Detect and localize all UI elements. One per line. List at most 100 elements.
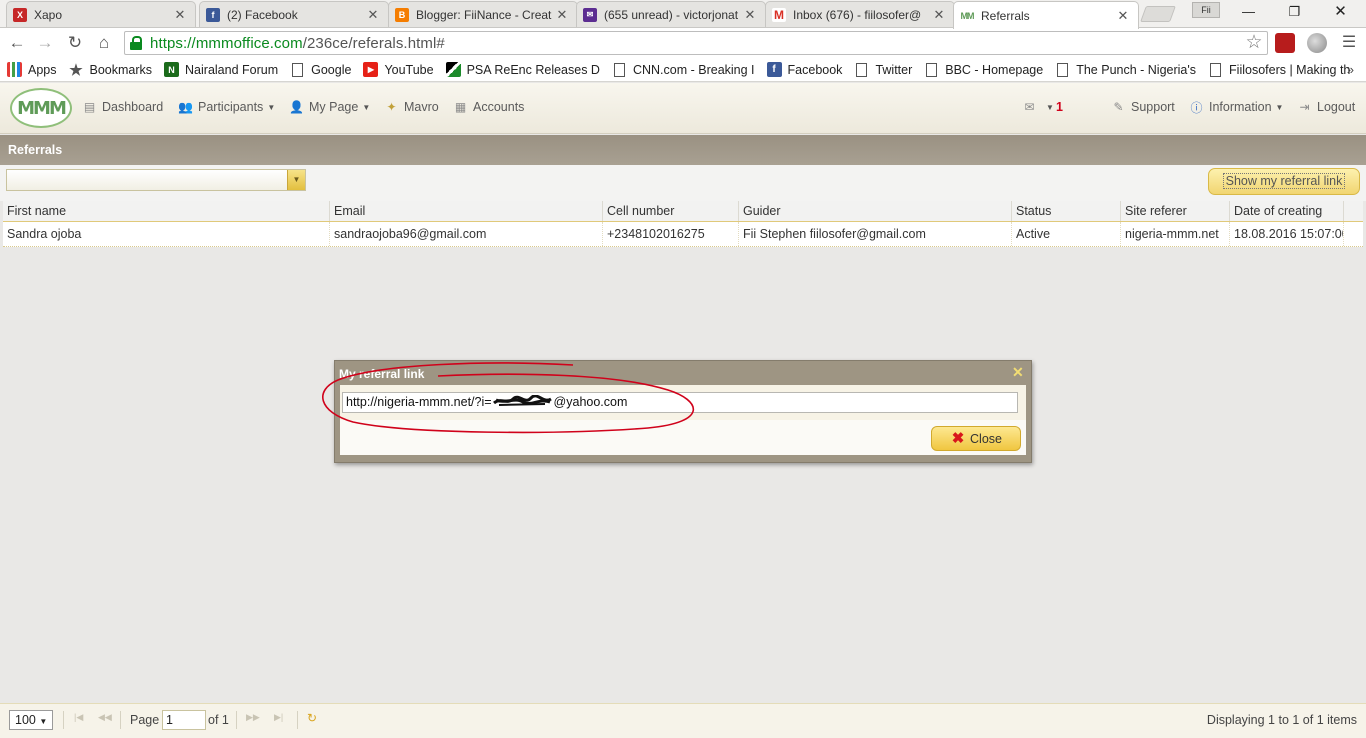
close-tab-icon[interactable]: ✕ bbox=[555, 7, 569, 23]
chevron-down-icon[interactable]: ▼ bbox=[287, 170, 305, 190]
tab-title: (2) Facebook bbox=[227, 7, 298, 22]
chevron-down-icon: ▼ bbox=[362, 102, 371, 112]
first-page-icon[interactable]: |◀ bbox=[74, 712, 83, 723]
page-number-input[interactable]: 1 bbox=[162, 710, 206, 730]
browser-tab-blogger[interactable]: B Blogger: FiiNance - Creat ✕ bbox=[388, 1, 578, 27]
chevron-down-icon: ▼ bbox=[1046, 102, 1054, 112]
cell-cell-number: +2348102016275 bbox=[603, 222, 739, 246]
browser-tab-referrals[interactable]: MM Referrals ✕ bbox=[953, 1, 1139, 29]
bookmarks-bar: Apps ★ Bookmarks N Nairaland Forum Googl… bbox=[0, 58, 1366, 82]
dashboard-icon: ▤ bbox=[83, 100, 96, 114]
facebook-icon: f bbox=[206, 7, 220, 22]
messages-count-badge: 1 bbox=[1056, 100, 1063, 114]
chevron-down-icon: ▼ bbox=[1275, 102, 1284, 112]
bookmark-star-icon[interactable]: ☆ bbox=[1243, 32, 1265, 54]
last-page-icon[interactable]: ▶| bbox=[274, 712, 283, 723]
close-tab-icon[interactable]: ✕ bbox=[366, 7, 380, 23]
grid-body bbox=[3, 247, 1363, 703]
bookmark-punch[interactable]: The Punch - Nigeria's bbox=[1055, 62, 1196, 77]
support-icon: ✎ bbox=[1113, 100, 1124, 114]
column-header-cell-number[interactable]: Cell number bbox=[603, 201, 739, 221]
browser-tab-yahoo-mail[interactable]: ✉ (655 unread) - victorjonat ✕ bbox=[576, 1, 766, 27]
column-header-site-referer[interactable]: Site referer bbox=[1121, 201, 1230, 221]
refresh-icon[interactable]: ↻ bbox=[307, 711, 317, 725]
new-tab-button[interactable] bbox=[1140, 6, 1176, 22]
browser-tab-gmail[interactable]: M Inbox (676) - fiilosofer@ ✕ bbox=[765, 1, 955, 27]
xapo-icon: X bbox=[13, 7, 27, 22]
dialog-close-button[interactable]: ✖ Close bbox=[931, 426, 1021, 451]
bookmarks-overflow-button[interactable]: » bbox=[1347, 62, 1354, 77]
bookmark-fiilosofers[interactable]: Fiilosofers | Making th bbox=[1208, 62, 1350, 77]
close-tab-icon[interactable]: ✕ bbox=[173, 7, 187, 23]
nav-participants[interactable]: 👥 Participants ▼ bbox=[178, 100, 275, 114]
bookmark-cnn[interactable]: CNN.com - Breaking I bbox=[612, 62, 755, 77]
dialog-close-icon[interactable]: ✕ bbox=[1012, 364, 1024, 381]
nav-my-page[interactable]: 👤 My Page ▼ bbox=[289, 100, 370, 114]
dialog-title: My referral link bbox=[339, 367, 425, 381]
mmm-logo[interactable]: MMM bbox=[10, 88, 72, 128]
bookmark-google[interactable]: Google bbox=[290, 62, 351, 77]
home-icon[interactable]: ⌂ bbox=[93, 32, 115, 54]
column-header-guider[interactable]: Guider bbox=[739, 201, 1012, 221]
nav-dashboard[interactable]: ▤ Dashboard bbox=[82, 100, 163, 114]
table-row[interactable]: Sandra ojoba sandraojoba96@gmail.com +23… bbox=[3, 222, 1363, 247]
back-icon[interactable]: ← bbox=[6, 32, 28, 54]
bookmark-twitter[interactable]: Twitter bbox=[854, 62, 912, 77]
page-size-select[interactable]: 100 ▼ bbox=[9, 710, 53, 730]
column-header-status[interactable]: Status bbox=[1012, 201, 1121, 221]
extension-globe-icon[interactable] bbox=[1307, 33, 1327, 53]
close-tab-icon[interactable]: ✕ bbox=[932, 7, 946, 23]
pager-separator bbox=[297, 711, 298, 729]
cell-status: Active bbox=[1012, 222, 1121, 246]
user-icon: 👤 bbox=[289, 100, 304, 114]
nav-information[interactable]: ⓘ Information ▼ bbox=[1189, 100, 1284, 115]
column-header-email[interactable]: Email bbox=[330, 201, 603, 221]
browser-tab-facebook[interactable]: f (2) Facebook ✕ bbox=[199, 1, 389, 27]
profile-badge[interactable]: Fii bbox=[1192, 2, 1220, 18]
minimize-icon[interactable]: — bbox=[1226, 0, 1271, 24]
nav-mavro[interactable]: ✦ Mavro bbox=[384, 100, 438, 114]
bookmark-psa[interactable]: PSA ReEnc Releases D bbox=[445, 62, 600, 77]
nairaland-icon: N bbox=[164, 62, 180, 77]
forward-icon[interactable]: → bbox=[34, 32, 56, 54]
column-header-date-of-creating[interactable]: Date of creating bbox=[1230, 201, 1344, 221]
nav-logout[interactable]: ⇥ Logout bbox=[1297, 100, 1355, 114]
youtube-icon: ▶ bbox=[363, 62, 379, 77]
chrome-menu-icon[interactable]: ☰ bbox=[1338, 32, 1360, 54]
page-icon bbox=[1057, 62, 1069, 77]
accounts-icon: ▦ bbox=[454, 100, 467, 114]
nav-accounts[interactable]: ▦ Accounts bbox=[453, 100, 525, 114]
bookmark-bookmarks[interactable]: ★ Bookmarks bbox=[69, 62, 152, 79]
pdf-extension-icon[interactable] bbox=[1275, 33, 1295, 53]
logout-icon: ⇥ bbox=[1299, 100, 1310, 114]
bookmark-apps[interactable]: Apps bbox=[7, 62, 57, 77]
gmail-icon: M bbox=[772, 7, 786, 22]
browser-tab-xapo[interactable]: X Xapo ✕ bbox=[6, 1, 196, 27]
referral-link-field[interactable]: http://nigeria-mmm.net/?i= @yahoo.com bbox=[342, 392, 1018, 413]
nav-support[interactable]: ✎ Support bbox=[1111, 100, 1174, 114]
filter-combo[interactable]: ▼ bbox=[6, 169, 306, 191]
redaction-scribble bbox=[492, 394, 553, 406]
column-header-first-name[interactable]: First name bbox=[3, 201, 330, 221]
bookmark-nairaland[interactable]: N Nairaland Forum bbox=[164, 62, 278, 77]
pager-separator bbox=[63, 711, 64, 729]
next-page-icon[interactable]: ▶▶ bbox=[246, 712, 260, 723]
panel-title: Referrals bbox=[8, 143, 63, 157]
prev-page-icon[interactable]: ◀◀ bbox=[98, 712, 112, 723]
yahoo-mail-icon: ✉ bbox=[583, 7, 597, 22]
bookmark-bbc[interactable]: BBC - Homepage bbox=[924, 62, 1043, 77]
page-icon bbox=[926, 62, 938, 77]
show-referral-link-button[interactable]: Show my referral link bbox=[1208, 168, 1360, 195]
close-tab-icon[interactable]: ✕ bbox=[743, 7, 757, 23]
tab-title: Xapo bbox=[34, 7, 63, 22]
messages-menu[interactable]: ✉ ▼ bbox=[1022, 100, 1054, 114]
info-icon: ⓘ bbox=[1190, 100, 1203, 115]
address-bar[interactable]: https://mmmoffice.com/236ce/referals.htm… bbox=[124, 31, 1268, 55]
pager-display-info: Displaying 1 to 1 of 1 items bbox=[1206, 713, 1357, 727]
reload-icon[interactable]: ↻ bbox=[64, 32, 86, 54]
restore-icon[interactable]: ❐ bbox=[1272, 0, 1317, 24]
close-tab-icon[interactable]: ✕ bbox=[1116, 8, 1130, 24]
bookmark-youtube[interactable]: ▶ YouTube bbox=[363, 62, 434, 77]
bookmark-facebook[interactable]: f Facebook bbox=[766, 62, 842, 77]
window-close-icon[interactable]: ✕ bbox=[1318, 0, 1363, 24]
